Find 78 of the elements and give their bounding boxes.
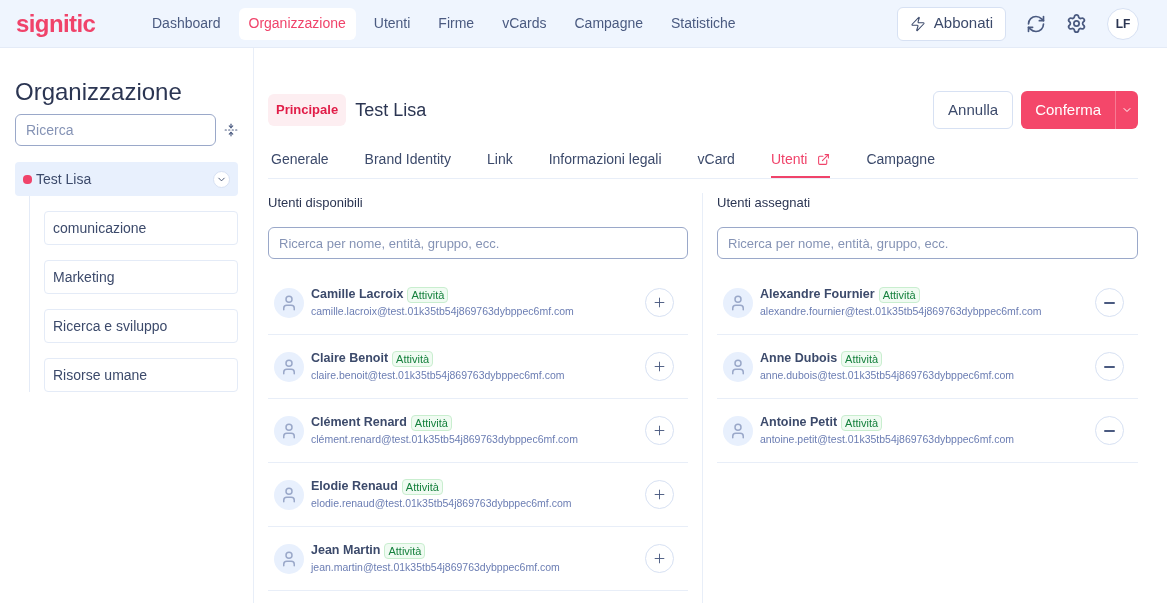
- user-name: Clément Renard: [311, 414, 407, 432]
- tree-item[interactable]: Ricerca e sviluppo: [44, 309, 238, 343]
- user-name: Camille Lacroix: [311, 286, 404, 304]
- user-email: claire.benoit@test.01k35tb54j869763dybppec6mf.com: [311, 368, 565, 383]
- user-name: Antoine Petit: [760, 414, 838, 432]
- user-email: camille.lacroix@test.01k35tb54j869763dybppec6mf.com: [311, 304, 574, 319]
- external-link-icon: [817, 153, 831, 166]
- user-email: clément.renard@test.01k35tb54j869763dybppec6mf.com: [311, 432, 578, 447]
- user-name: Claire Benoit: [311, 350, 389, 368]
- plus-icon: [652, 487, 667, 502]
- panel-title: Utenti assegnati: [717, 194, 812, 212]
- confirm-button[interactable]: Conferma: [1021, 91, 1115, 129]
- tab[interactable]: Brand Identity: [364, 143, 451, 178]
- user-email: antoine.petit@test.01k35tb54j869763dybppec6mf.com: [760, 432, 1015, 447]
- nav-item[interactable]: Utenti: [363, 7, 421, 40]
- tree-item[interactable]: Marketing: [44, 260, 238, 294]
- minus-icon: [1104, 301, 1115, 304]
- avatar-placeholder: [274, 479, 304, 510]
- page-title: Test Lisa: [355, 98, 427, 122]
- plus-icon: [652, 551, 667, 566]
- principal-badge: Principale: [268, 94, 347, 126]
- expand-icon[interactable]: [213, 170, 230, 188]
- tab[interactable]: Link: [487, 143, 513, 178]
- nav-item[interactable]: Campagne: [564, 7, 653, 40]
- user-email: jean.martin@test.01k35tb54j869763dybppec6mf.com: [311, 560, 560, 575]
- subscribe-button[interactable]: Abbonati: [896, 6, 1006, 41]
- panel-title: Utenti disponibili: [268, 194, 364, 212]
- tree-item[interactable]: comunicazione: [44, 211, 238, 245]
- plus-icon: [652, 423, 667, 438]
- search-field[interactable]: Ricerca per nome, entità, gruppo, ecc.: [717, 227, 1138, 259]
- user-email: alexandre.fournier@test.01k35tb54j869763dybppec6mf.com: [760, 304, 1042, 319]
- tab[interactable]: Campagne: [866, 143, 935, 178]
- plus-icon: [652, 359, 667, 374]
- cancel-button[interactable]: Annulla: [933, 91, 1014, 129]
- tab[interactable]: vCard: [697, 143, 735, 178]
- user-name: Jean Martin: [311, 542, 381, 560]
- status-badge: Attività: [384, 542, 426, 559]
- tab[interactable]: Generale: [271, 143, 329, 178]
- search-field[interactable]: Ricerca per nome, entità, gruppo, ecc.: [268, 227, 688, 259]
- lightning-icon: [909, 15, 926, 32]
- user-avatar[interactable]: LF: [1107, 7, 1139, 40]
- avatar-placeholder: [723, 351, 753, 382]
- user-name: Anne Dubois: [760, 350, 838, 368]
- nav-item[interactable]: Dashboard: [142, 7, 231, 40]
- settings-icon[interactable]: [1066, 13, 1087, 34]
- status-badge: Attività: [878, 286, 920, 303]
- nav-item[interactable]: vCards: [492, 7, 557, 40]
- tree-label: Test Lisa: [36, 169, 92, 189]
- avatar-placeholder: [723, 287, 753, 318]
- user-email: elodie.renaud@test.01k35tb54j869763dybppec6mf.com: [311, 496, 572, 511]
- avatar-placeholder: [274, 415, 304, 446]
- tab[interactable]: Informazioni legali: [548, 143, 662, 178]
- status-badge: Attività: [401, 478, 443, 495]
- user-email: anne.dubois@test.01k35tb54j869763dybppec6mf.com: [760, 368, 1015, 383]
- sidebar-title: Organizzazione: [15, 80, 183, 104]
- collapse-icon[interactable]: [224, 121, 238, 139]
- status-badge: Attività: [407, 286, 449, 303]
- search-field[interactable]: Ricerca: [15, 114, 216, 146]
- tree-item[interactable]: Test Lisa: [15, 162, 238, 196]
- status-badge: Attività: [841, 414, 883, 431]
- tree-item[interactable]: Risorse umane: [44, 358, 238, 392]
- nav-item[interactable]: Firme: [428, 7, 485, 40]
- avatar-placeholder: [723, 415, 753, 446]
- minus-icon: [1104, 365, 1115, 368]
- user-name: Elodie Renaud: [311, 478, 398, 496]
- nav-item[interactable]: Organizzazione: [238, 7, 356, 40]
- status-badge: Attività: [841, 350, 883, 367]
- status-badge: Attività: [410, 414, 452, 431]
- minus-icon: [1104, 429, 1115, 432]
- tab[interactable]: Utenti: [770, 143, 831, 178]
- avatar-placeholder: [274, 287, 304, 318]
- refresh-icon[interactable]: [1026, 13, 1046, 34]
- avatar-placeholder: [274, 351, 304, 382]
- nav-item[interactable]: Statistiche: [661, 7, 746, 40]
- user-name: Alexandre Fournier: [760, 286, 875, 304]
- avatar-placeholder: [274, 543, 304, 574]
- status-badge: Attività: [392, 350, 434, 367]
- plus-icon: [652, 295, 667, 310]
